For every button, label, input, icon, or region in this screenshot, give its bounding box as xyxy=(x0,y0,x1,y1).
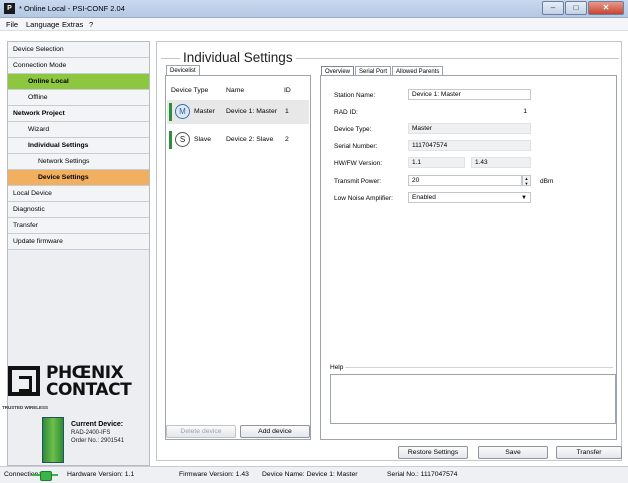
nav-wizard[interactable]: Wizard xyxy=(8,122,149,138)
hw-version-value: 1.1 xyxy=(408,157,465,168)
transfer-button[interactable]: Transfer xyxy=(556,446,622,459)
spinner-arrows-icon[interactable]: ▲ ▼ xyxy=(522,175,531,186)
logo-line-2: CONTACT xyxy=(46,380,132,400)
current-device-model: RAD-2400-IFS xyxy=(71,430,111,436)
menu-bar: File Language Extras ? xyxy=(0,18,628,31)
nav-diagnostic[interactable]: Diagnostic xyxy=(8,202,149,218)
nav-individual-settings[interactable]: Individual Settings xyxy=(8,138,149,154)
status-hardware-version: Hardware Version: 1.1 xyxy=(67,471,135,478)
minimize-icon[interactable]: – xyxy=(542,1,564,15)
menu-language[interactable]: Language xyxy=(26,20,59,29)
window-title: * Online Local - PSI-CONF 2.04 xyxy=(19,4,125,13)
nav-network-project[interactable]: Network Project xyxy=(8,106,149,122)
serial-number-value: 1117047574 xyxy=(408,140,531,151)
chevron-down-icon: ▼ xyxy=(521,195,527,201)
nav-device-settings[interactable]: Device Settings xyxy=(8,170,149,186)
status-device-name: Device Name: Device 1: Master xyxy=(262,471,358,478)
low-noise-amplifier-select[interactable]: Enabled ▼ xyxy=(408,192,531,203)
delete-device-button[interactable]: Delete device xyxy=(166,425,236,438)
nav-offline[interactable]: Offline xyxy=(8,90,149,106)
maximize-icon[interactable]: □ xyxy=(565,1,587,15)
column-device-type[interactable]: Device Type xyxy=(171,87,208,94)
fw-version-value: 1.43 xyxy=(471,157,531,168)
device-id: 2 xyxy=(285,136,289,143)
connection-status-icon xyxy=(32,471,58,481)
app-icon: P xyxy=(4,3,15,14)
phoenix-contact-logo: PHŒNIX CONTACT xyxy=(8,360,142,400)
save-button[interactable]: Save xyxy=(478,446,548,459)
column-id[interactable]: ID xyxy=(284,87,291,94)
window-controls: – □ ✕ xyxy=(541,1,624,15)
restore-settings-button[interactable]: Restore Settings xyxy=(398,446,468,459)
help-label: Help xyxy=(330,364,344,371)
trusted-wireless-logo: TRUSTED WIRELESS xyxy=(2,405,49,410)
help-frame-line xyxy=(345,367,613,368)
master-device-icon: M xyxy=(169,101,190,123)
device-id: 1 xyxy=(285,108,289,115)
nav-device-selection[interactable]: Device Selection xyxy=(8,42,149,58)
nav-update-firmware[interactable]: Update firmware xyxy=(8,234,149,250)
logo-mark-icon xyxy=(8,366,40,396)
device-image xyxy=(42,417,64,463)
page-title: Individual Settings xyxy=(180,50,296,65)
current-device-label: Current Device: xyxy=(71,421,124,428)
low-noise-amplifier-label: Low Noise Amplifier: xyxy=(334,195,393,202)
serial-number-label: Serial Number: xyxy=(334,143,378,150)
table-row[interactable]: M Master Device 1: Master 1 xyxy=(167,100,309,124)
nav-local-device[interactable]: Local Device xyxy=(8,186,149,202)
device-type-value: Master xyxy=(408,123,531,134)
menu-extras[interactable]: Extras xyxy=(62,20,83,29)
title-bar: P * Online Local - PSI-CONF 2.04 – □ ✕ xyxy=(0,0,628,18)
hw-fw-version-label: HW/FW Version: xyxy=(334,160,383,167)
nav-transfer[interactable]: Transfer xyxy=(8,218,149,234)
transmit-power-input[interactable]: 20 xyxy=(408,175,522,186)
current-device-order: Order No.: 2901541 xyxy=(71,438,125,444)
status-bar: Connection: Hardware Version: 1.1 Firmwa… xyxy=(0,466,628,483)
station-name-input[interactable]: Device 1: Master xyxy=(408,89,531,100)
slave-device-icon: S xyxy=(169,129,190,151)
device-type: Slave xyxy=(194,136,212,143)
add-device-button[interactable]: Add device xyxy=(240,425,310,438)
status-firmware-version: Firmware Version: 1.43 xyxy=(179,471,249,478)
nav-connection-mode[interactable]: Connection Mode xyxy=(8,58,149,74)
transmit-power-label: Transmit Power: xyxy=(334,178,382,185)
close-icon[interactable]: ✕ xyxy=(588,1,624,15)
device-type-label: Device Type: xyxy=(334,126,372,133)
menu-help[interactable]: ? xyxy=(89,20,93,29)
rad-id-value: 1 xyxy=(408,106,531,117)
status-serial-no: Serial No.: 1117047574 xyxy=(387,471,458,478)
menu-file[interactable]: File xyxy=(6,20,18,29)
transmit-power-unit: dBm xyxy=(540,178,554,185)
nav-online-local[interactable]: Online Local xyxy=(8,74,149,90)
station-name-label: Station Name: xyxy=(334,92,376,99)
nav-network-settings[interactable]: Network Settings xyxy=(8,154,149,170)
current-device-panel: TRUSTED WIRELESS Current Device: RAD-240… xyxy=(2,403,140,463)
column-name[interactable]: Name xyxy=(226,87,244,94)
table-row[interactable]: S Slave Device 2: Slave 2 xyxy=(167,128,309,152)
device-name: Device 1: Master xyxy=(226,108,277,115)
rad-id-label: RAD ID: xyxy=(334,109,358,116)
device-type: Master xyxy=(194,108,215,115)
device-name: Device 2: Slave xyxy=(226,136,274,143)
help-box xyxy=(330,374,616,424)
